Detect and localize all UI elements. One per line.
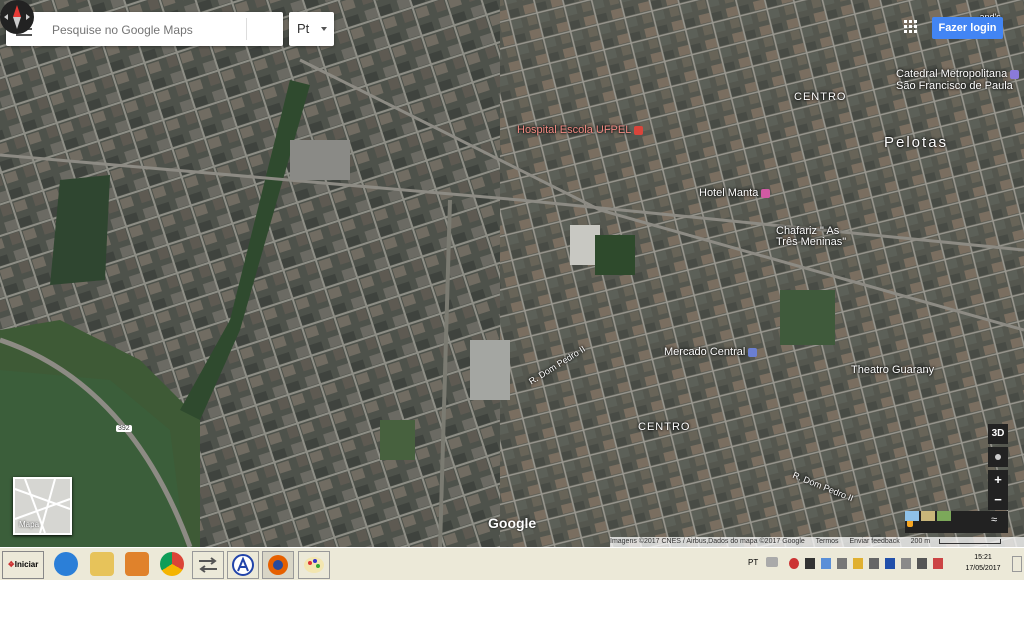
system-clock[interactable]: 15:21 17/05/2017 (960, 552, 1006, 574)
tray-app-icon-4[interactable] (917, 558, 927, 569)
apps-grid-icon[interactable] (904, 20, 918, 34)
keyboard-icon[interactable] (766, 557, 778, 567)
search-box (6, 12, 283, 46)
hospital-label-text: Hospital Escola UFPEL (517, 124, 632, 136)
tray-app-icon-5[interactable] (933, 558, 943, 569)
language-indicator[interactable]: PT (748, 558, 758, 567)
tray-app-icon-2[interactable] (837, 558, 847, 569)
theatro-label[interactable]: Theatro Guarany (851, 364, 934, 376)
imagery-thumbnails[interactable] (905, 511, 951, 521)
login-button[interactable]: Fazer login (932, 17, 1003, 39)
tray-monitor-icon[interactable] (869, 558, 879, 569)
firefox-icon (268, 555, 288, 575)
catedral-label-2: São Francisco de Paula (896, 80, 1013, 92)
3d-toggle-button[interactable]: 3D (988, 424, 1008, 444)
a-app-button[interactable] (227, 551, 259, 579)
switch-windows-button[interactable] (192, 551, 224, 579)
start-button[interactable]: ❖Iniciar (2, 551, 44, 579)
internet-explorer-icon[interactable] (54, 552, 78, 576)
map-footer: Imagens ©2017 CNES / Airbus,Dados do map… (610, 537, 1024, 547)
zoom-in-button[interactable]: + (988, 470, 1008, 490)
scale-bar (939, 538, 1002, 544)
a-app-icon (232, 554, 254, 576)
hospital-label[interactable]: Hospital Escola UFPEL (517, 124, 644, 136)
show-desktop-button[interactable] (1012, 556, 1022, 572)
tray-antivirus-icon[interactable] (789, 558, 799, 569)
route-shield: 392 (116, 425, 132, 432)
language-select-value: Pt (297, 21, 310, 36)
mercado-label-text: Mercado Central (664, 346, 746, 358)
imagery-attribution: Imagens ©2017 CNES / Airbus,Dados do map… (610, 538, 805, 545)
system-tray (783, 552, 955, 576)
start-label: Iniciar (14, 560, 39, 569)
search-divider (246, 18, 247, 40)
switch-arrows-icon (199, 557, 217, 573)
map-canvas[interactable]: Catedral Metropolitana São Francisco de … (0, 0, 1024, 547)
chevron-down-icon (321, 27, 327, 31)
paint-icon (304, 557, 324, 573)
compass-icon[interactable] (0, 0, 34, 34)
taskbar: ❖Iniciar PT 15:21 17/05/2017 (0, 547, 1024, 580)
neighborhood-label-centro-bottom: CENTRO (638, 421, 691, 433)
google-logo: Google (488, 515, 537, 531)
city-label: Pelotas (884, 134, 949, 151)
hospital-icon (634, 125, 644, 135)
feedback-link[interactable]: Enviar feedback (850, 538, 900, 545)
street-view-bar: ≈ (905, 511, 1008, 533)
terms-link[interactable]: Termos (816, 538, 839, 545)
church-icon (1010, 69, 1020, 79)
chrome-icon[interactable] (160, 552, 184, 576)
hotel-icon (761, 188, 771, 198)
paint-button[interactable] (298, 551, 330, 579)
tray-app-icon-1[interactable] (821, 558, 831, 569)
firefox-button[interactable] (262, 551, 294, 579)
folder-icon[interactable] (90, 552, 114, 576)
search-input[interactable] (50, 20, 214, 40)
market-icon (748, 347, 758, 357)
location-icon (995, 454, 1001, 460)
tray-network-icon[interactable] (805, 558, 815, 569)
map-type-toggle[interactable]: Mapa (13, 477, 72, 535)
my-location-button[interactable] (988, 447, 1008, 467)
hotel-label[interactable]: Hotel Manta (699, 187, 771, 199)
expand-chevron-icon[interactable]: ≈ (991, 514, 997, 526)
mercado-label[interactable]: Mercado Central (664, 346, 758, 358)
scale-label[interactable]: 200 m (911, 538, 930, 545)
windows-logo-icon: ❖ (7, 560, 15, 569)
chafariz-label-2: Três Meninas" (776, 236, 847, 248)
media-player-icon[interactable] (125, 552, 149, 576)
clock-time: 15:21 (974, 554, 992, 561)
satellite-imagery (0, 0, 1024, 547)
tray-app-icon-3[interactable] (885, 558, 895, 569)
neighborhood-label-centro-top: CENTRO (794, 91, 847, 103)
catedral-label[interactable]: Catedral Metropolitana (896, 68, 1020, 80)
clock-date: 17/05/2017 (965, 565, 1001, 572)
catedral-label-line1: Catedral Metropolitana (896, 68, 1008, 80)
hotel-label-text: Hotel Manta (699, 187, 759, 199)
language-select[interactable]: Pt (289, 12, 334, 46)
map-type-label: Mapa (19, 520, 40, 529)
tray-flag-icon[interactable] (853, 558, 863, 569)
tray-volume-icon[interactable] (901, 558, 911, 569)
zoom-out-button[interactable]: − (988, 490, 1008, 510)
